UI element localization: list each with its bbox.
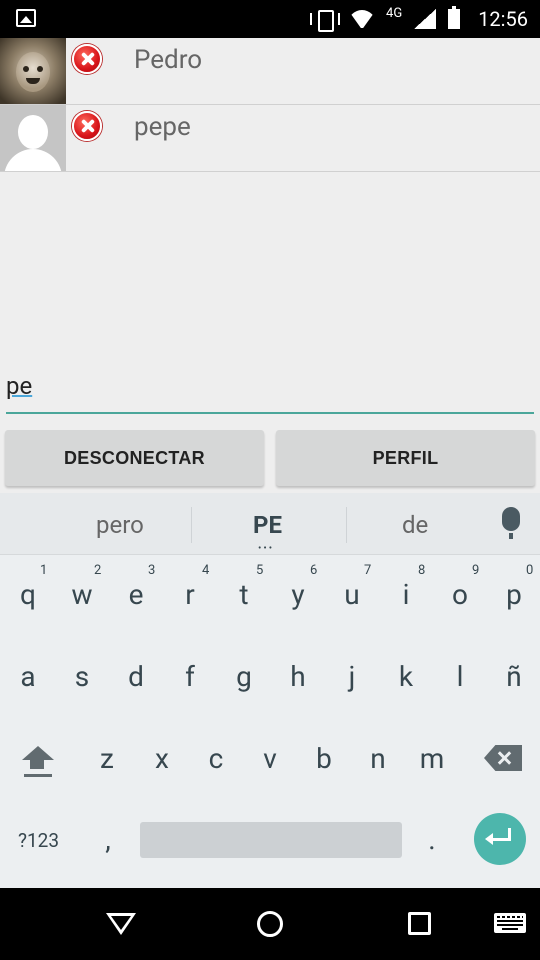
status-icons: 4G 12:56 <box>310 0 528 38</box>
key-q[interactable]: q <box>8 578 48 611</box>
key-l[interactable]: l <box>440 660 480 693</box>
key-t[interactable]: t <box>224 578 264 611</box>
key-p[interactable]: p <box>494 578 534 611</box>
suggestion-center[interactable]: PE <box>253 511 282 539</box>
key-hint: 8 <box>418 563 426 578</box>
key-i[interactable]: i <box>386 578 426 611</box>
vibrate-icon <box>310 9 341 32</box>
key-hint: 9 <box>472 563 480 578</box>
key-g[interactable]: g <box>224 660 264 693</box>
suggestion-left[interactable]: pero <box>96 511 144 539</box>
shift-icon[interactable] <box>20 746 56 777</box>
wifi-icon <box>350 10 374 28</box>
key-u[interactable]: u <box>332 578 372 611</box>
key-h[interactable]: h <box>278 660 318 693</box>
key-v[interactable]: v <box>250 742 290 775</box>
key-j[interactable]: j <box>332 660 372 693</box>
symbols-key[interactable]: ?123 <box>18 829 59 852</box>
enter-icon[interactable] <box>474 813 526 865</box>
contact-name: pepe <box>134 112 191 142</box>
key-f[interactable]: f <box>170 660 210 693</box>
contact-row-pedro[interactable]: Pedro <box>0 38 540 105</box>
key-o[interactable]: o <box>440 578 480 611</box>
key-r[interactable]: r <box>170 578 210 611</box>
status-bar: 4G 12:56 <box>0 0 540 38</box>
backspace-icon[interactable] <box>484 745 522 771</box>
disconnect-button[interactable]: DESCONECTAR <box>5 430 264 486</box>
network-type-label: 4G <box>386 5 403 21</box>
suggestion-strip: pero PE ••• de <box>0 493 540 555</box>
key-c[interactable]: c <box>196 742 236 775</box>
contact-row-pepe[interactable]: pepe <box>0 105 540 172</box>
key-a[interactable]: a <box>8 660 48 693</box>
key-k[interactable]: k <box>386 660 426 693</box>
key-hint: 4 <box>202 563 210 578</box>
key-hint: 3 <box>148 563 156 578</box>
key-hint: 7 <box>364 563 372 578</box>
space-bar[interactable] <box>140 822 402 858</box>
key-w[interactable]: w <box>62 578 102 611</box>
battery-icon <box>448 6 461 29</box>
key-hint: 1 <box>40 563 48 578</box>
message-input-value: pe <box>6 372 33 400</box>
suggestion-right[interactable]: de <box>402 511 428 539</box>
profile-button[interactable]: PERFIL <box>276 430 535 486</box>
avatar <box>0 38 66 104</box>
key-b[interactable]: b <box>304 742 344 775</box>
key-s[interactable]: s <box>62 660 102 693</box>
navigation-bar <box>0 888 540 960</box>
message-input[interactable]: pe <box>6 368 534 414</box>
key-d[interactable]: d <box>116 660 156 693</box>
key-n[interactable]: n <box>358 742 398 775</box>
key-hint: 5 <box>256 563 264 578</box>
clock: 12:56 <box>478 7 528 31</box>
soft-keyboard: pero PE ••• de 1 q 2 w 3 e 4 r 5 t 6 y 7… <box>0 493 540 888</box>
key-comma[interactable]: , <box>88 823 128 856</box>
key-hint: 2 <box>94 563 102 578</box>
key-n-tilde[interactable]: ñ <box>494 660 534 693</box>
more-suggestions-indicator: ••• <box>258 543 275 554</box>
recent-apps-icon[interactable] <box>408 912 431 935</box>
key-hint: 6 <box>310 563 318 578</box>
back-icon[interactable] <box>106 913 136 935</box>
key-z[interactable]: z <box>87 742 127 775</box>
remove-contact-icon[interactable] <box>72 44 102 74</box>
microphone-icon[interactable] <box>502 507 520 539</box>
key-m[interactable]: m <box>412 742 452 775</box>
key-y[interactable]: y <box>278 578 318 611</box>
key-period[interactable]: . <box>412 823 452 856</box>
cell-signal-icon <box>414 9 437 29</box>
keyboard-switch-icon[interactable] <box>494 913 526 933</box>
key-hint: 0 <box>526 563 534 578</box>
home-icon[interactable] <box>257 911 283 937</box>
key-e[interactable]: e <box>116 578 156 611</box>
default-avatar-icon <box>0 105 66 171</box>
key-x[interactable]: x <box>142 742 182 775</box>
contact-name: Pedro <box>134 45 203 75</box>
image-notification-icon <box>16 9 36 27</box>
remove-contact-icon[interactable] <box>72 111 102 141</box>
